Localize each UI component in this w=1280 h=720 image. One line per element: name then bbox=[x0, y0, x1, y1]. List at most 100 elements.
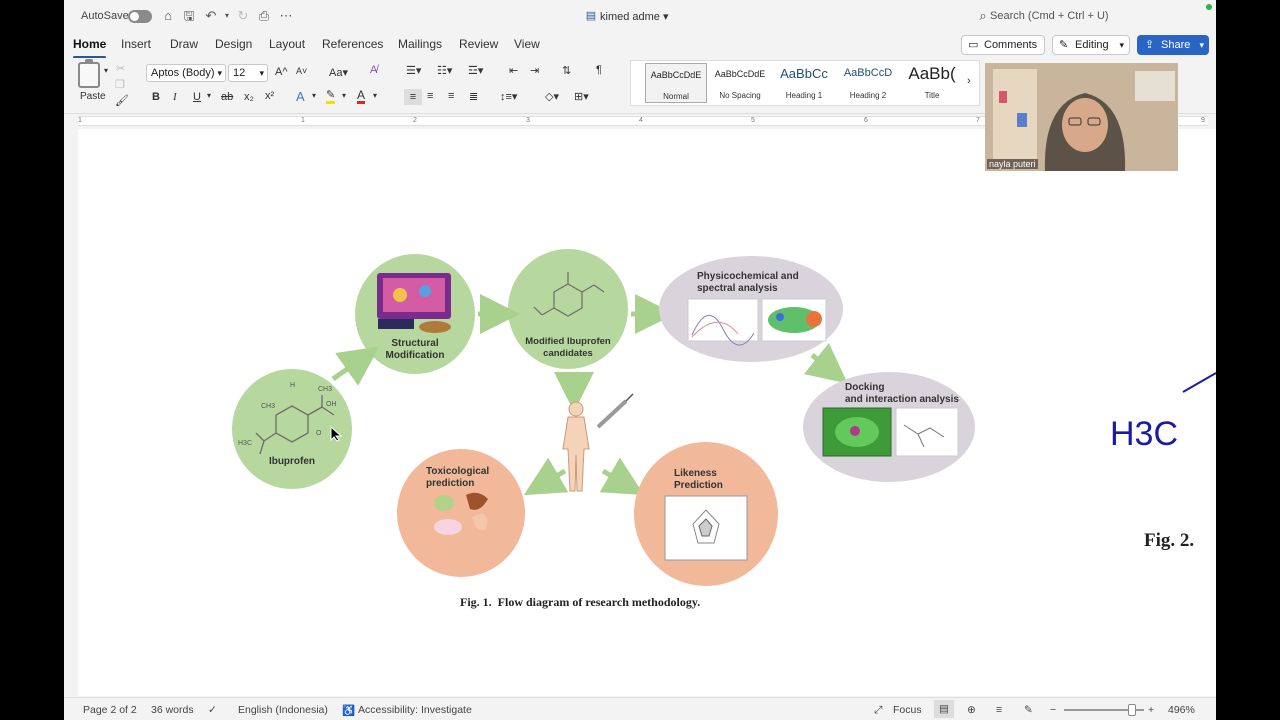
text-effects-icon[interactable]: A bbox=[296, 89, 305, 104]
tab-references[interactable]: References bbox=[322, 37, 383, 51]
video-shelf bbox=[993, 69, 1037, 159]
ligand-spot bbox=[850, 426, 860, 436]
proofing-icon[interactable]: ✓ bbox=[208, 704, 217, 716]
chevron-down-icon[interactable]: ▾ bbox=[342, 91, 346, 100]
style-no-spacing[interactable]: AaBbCcDdE No Spacing bbox=[709, 63, 771, 103]
tab-view[interactable]: View bbox=[514, 37, 540, 51]
comments-button[interactable]: ▭ Comments bbox=[961, 35, 1045, 55]
style-title[interactable]: AaBb( Title bbox=[901, 63, 963, 103]
zoom-slider-thumb[interactable] bbox=[1128, 704, 1136, 716]
subscript-icon[interactable]: x₂ bbox=[244, 91, 254, 103]
tab-review[interactable]: Review bbox=[459, 37, 498, 51]
docking-label-line1: Docking bbox=[845, 382, 884, 393]
video-object-2 bbox=[1017, 113, 1027, 127]
numbering-icon[interactable]: ☷▾ bbox=[437, 64, 452, 77]
tab-layout[interactable]: Layout bbox=[269, 37, 305, 51]
comments-label: Comments bbox=[984, 39, 1038, 51]
style-name: Heading 2 bbox=[849, 91, 887, 100]
align-center-icon[interactable]: ≡ bbox=[427, 90, 433, 102]
justify-icon[interactable]: ≣ bbox=[469, 90, 478, 103]
zoom-out-icon[interactable]: − bbox=[1050, 704, 1056, 716]
italic-icon[interactable]: I bbox=[173, 91, 177, 103]
undo-icon[interactable]: ↶ bbox=[203, 8, 219, 24]
align-left-icon[interactable]: ≡ bbox=[404, 89, 422, 105]
bold-icon[interactable]: B bbox=[152, 91, 160, 103]
page-indicator[interactable]: Page 2 of 2 bbox=[83, 704, 137, 716]
ruler-number: 3 bbox=[526, 117, 530, 124]
chevron-down-icon[interactable]: ▾ bbox=[104, 66, 108, 75]
editing-button[interactable]: ✎ Editing ▾ bbox=[1052, 35, 1130, 55]
grow-font-icon[interactable]: A^ bbox=[275, 66, 288, 78]
font-name-select[interactable]: Aptos (Body) ▾ bbox=[146, 64, 226, 82]
tab-home[interactable]: Home bbox=[73, 37, 107, 59]
focus-button[interactable]: Focus bbox=[893, 704, 922, 716]
style-sample: AaBb( bbox=[908, 64, 956, 83]
font-size-select[interactable]: 12 ▾ bbox=[228, 64, 268, 82]
share-button[interactable]: ⇪ Share ▾ bbox=[1137, 35, 1209, 55]
figure-canvas: H CH3 CH3 OH O H3C Ibuprofen Structural … bbox=[232, 249, 1216, 609]
save-icon[interactable]: 🖫 bbox=[181, 8, 197, 24]
search-box[interactable]: Search (Cmd + Ctrl + U) bbox=[990, 10, 1109, 22]
decrease-indent-icon[interactable]: ⇤ bbox=[509, 64, 518, 77]
tab-design[interactable]: Design bbox=[215, 37, 252, 51]
status-dot bbox=[1206, 4, 1212, 10]
borders-icon[interactable]: ⊞▾ bbox=[574, 90, 589, 103]
arrow-body-to-tox bbox=[523, 457, 569, 496]
likeness-node: Likeness Prediction bbox=[634, 442, 778, 586]
superscript-icon[interactable]: x² bbox=[265, 90, 274, 102]
chevron-down-icon[interactable]: ▾ bbox=[207, 91, 211, 100]
multilevel-list-icon[interactable]: ☲▾ bbox=[468, 64, 483, 77]
clear-formatting-icon[interactable]: A̸ bbox=[370, 64, 377, 76]
chevron-down-icon[interactable]: ▾ bbox=[312, 91, 316, 100]
zoom-slider[interactable] bbox=[1064, 704, 1144, 716]
paste-icon[interactable] bbox=[78, 59, 100, 88]
zoom-level[interactable]: 496% bbox=[1168, 704, 1195, 716]
redo-icon[interactable]: ↻ bbox=[235, 8, 251, 24]
pilcrow-icon[interactable]: ¶ bbox=[596, 64, 602, 76]
chevron-down-icon[interactable]: ▾ bbox=[373, 91, 377, 100]
document-title[interactable]: kimed adme ▾ bbox=[600, 10, 669, 23]
cut-icon[interactable]: ✂ bbox=[116, 62, 125, 75]
shrink-font-icon[interactable]: A˅ bbox=[296, 66, 307, 76]
style-heading-1[interactable]: AaBbCc Heading 1 bbox=[773, 63, 835, 103]
shading-icon[interactable]: ◇▾ bbox=[545, 90, 559, 103]
accessibility-icon: ♿ bbox=[342, 705, 356, 717]
zoom-in-icon[interactable]: + bbox=[1148, 704, 1154, 716]
increase-indent-icon[interactable]: ⇥ bbox=[530, 64, 539, 77]
tab-draw[interactable]: Draw bbox=[170, 37, 198, 51]
bullets-icon[interactable]: ☰▾ bbox=[406, 64, 421, 77]
strikethrough-icon[interactable]: ab bbox=[221, 91, 233, 103]
autosave-toggle[interactable] bbox=[128, 10, 152, 23]
print-layout-icon[interactable]: ▤ bbox=[934, 700, 954, 718]
format-painter-icon[interactable]: 🖌 bbox=[115, 94, 129, 107]
sort-icon[interactable]: ⇅ bbox=[562, 64, 571, 77]
word-count[interactable]: 36 words bbox=[151, 704, 194, 716]
accessibility-status[interactable]: Accessibility: Investigate bbox=[358, 704, 472, 716]
modified-label-line1: Modified Ibuprofen bbox=[525, 336, 611, 347]
copy-icon[interactable]: ❐ bbox=[115, 78, 125, 91]
style-normal[interactable]: AaBbCcDdE Normal bbox=[645, 63, 707, 103]
highlight-icon[interactable]: ✎ bbox=[326, 89, 336, 104]
fig2-h3c-label: H3C bbox=[1110, 415, 1178, 453]
line-spacing-icon[interactable]: ↕≡▾ bbox=[500, 90, 517, 103]
document-page[interactable]: H CH3 CH3 OH O H3C Ibuprofen Structural … bbox=[78, 129, 1216, 696]
participant-video-frame bbox=[985, 63, 1178, 171]
styles-more-icon[interactable]: › bbox=[967, 75, 971, 87]
tab-mailings[interactable]: Mailings bbox=[398, 37, 442, 51]
font-color-icon[interactable]: A bbox=[357, 89, 366, 104]
draft-view-icon[interactable]: ✎ bbox=[1024, 704, 1033, 716]
change-case-icon[interactable]: Aa▾ bbox=[329, 66, 348, 79]
undo-dropdown-icon[interactable]: ▾ bbox=[219, 8, 235, 24]
language-indicator[interactable]: English (Indonesia) bbox=[238, 704, 328, 716]
home-icon[interactable]: ⌂ bbox=[160, 8, 176, 24]
web-layout-icon[interactable]: ⊕ bbox=[967, 704, 976, 716]
align-right-icon[interactable]: ≡ bbox=[448, 90, 454, 102]
tab-insert[interactable]: Insert bbox=[121, 37, 151, 51]
more-icon[interactable]: ⋯ bbox=[278, 8, 294, 24]
mouse-cursor-icon bbox=[330, 426, 343, 442]
outline-view-icon[interactable]: ≡ bbox=[996, 704, 1002, 716]
style-heading-2[interactable]: AaBbCcD Heading 2 bbox=[837, 63, 899, 103]
underline-icon[interactable]: U bbox=[193, 91, 201, 103]
print-icon[interactable]: ⎙ bbox=[256, 8, 272, 24]
fig2-caption-fragment: Fig. 2. bbox=[1144, 530, 1194, 551]
